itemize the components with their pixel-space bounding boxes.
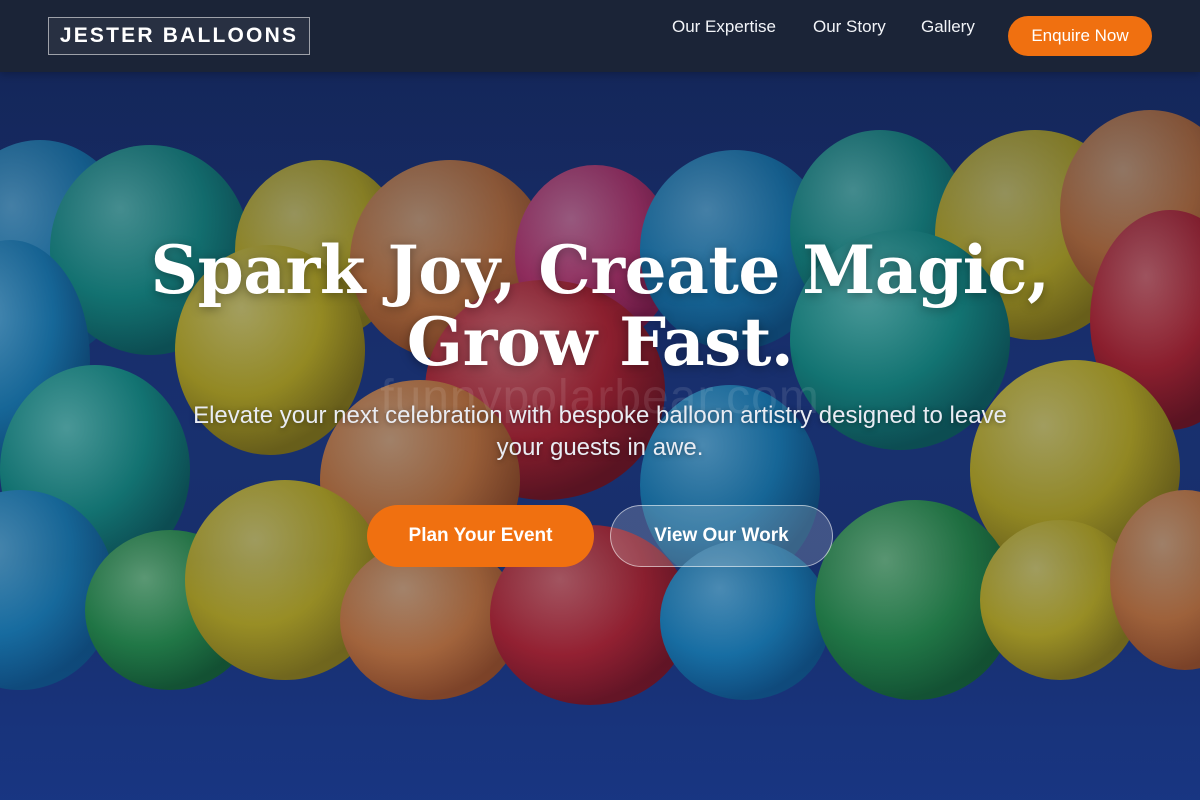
nav-link-our-story[interactable]: Our Story [813,17,886,37]
view-our-work-button[interactable]: View Our Work [610,505,833,567]
site-header: JESTER BALLOONS Our Expertise Our Story … [0,0,1200,72]
plan-your-event-button[interactable]: Plan Your Event [367,505,594,567]
hero-section: funnypolarbear.com Spark Joy, Create Mag… [0,0,1200,800]
nav-link-gallery[interactable]: Gallery [921,17,975,37]
hero-headline: Spark Joy, Create Magic, Grow Fast. [100,234,1100,378]
logo[interactable]: JESTER BALLOONS [48,17,310,55]
hero-subheadline: Elevate your next celebration with bespo… [193,402,1007,461]
headline-line-2: Grow Fast. [406,303,794,381]
nav-link-our-expertise[interactable]: Our Expertise [672,17,776,37]
enquire-now-button[interactable]: Enquire Now [1008,16,1152,56]
headline-line-1: Spark Joy, Create Magic, [150,231,1050,309]
